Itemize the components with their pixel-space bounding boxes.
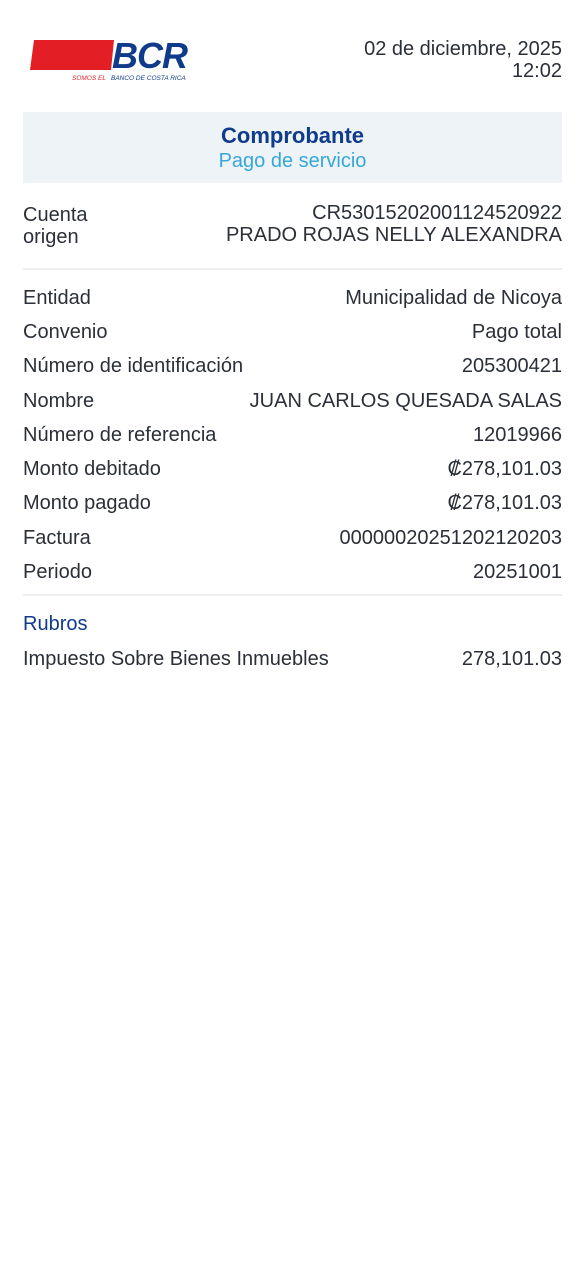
detail-row-referencia: Número de referencia 12019966 <box>23 423 562 447</box>
detail-value: Pago total <box>471 321 562 343</box>
bcr-logo: BCR SOMOS EL BANCO DE COSTA RICA <box>30 38 189 82</box>
receipt-subtitle: Pago de servicio <box>218 150 367 172</box>
receipt-time: 12:02 <box>511 60 562 82</box>
rubro-label: Impuesto Sobre Bienes Inmuebles <box>23 648 329 670</box>
detail-value: 000000202512021202​03 <box>339 527 562 549</box>
detail-label: Monto pagado <box>23 492 151 514</box>
detail-label: Nombre <box>23 390 95 412</box>
detail-row-factura: Factura 000000202512021202​03 <box>23 526 562 550</box>
detail-value: 20251001 <box>473 561 562 583</box>
origin-account-holder: PRADO ROJAS NELLY ALEXANDRA <box>225 224 562 246</box>
detail-row-monto-pagado: Monto pagado ₡278,101.03 <box>23 491 562 515</box>
detail-value: ₡278,101.03 <box>447 492 562 514</box>
detail-row-identificacion: Número de identificación 205300421 <box>23 354 562 378</box>
svg-text:SOMOS EL: SOMOS EL <box>72 75 106 82</box>
detail-label: Monto debitado <box>23 458 161 480</box>
detail-row-monto-debitado: Monto debitado ₡278,101.03 <box>23 457 562 481</box>
detail-value: JUAN CARLOS QUESADA SALAS <box>249 390 562 412</box>
detail-label: Factura <box>23 527 91 549</box>
detail-value: 12019966 <box>473 424 562 446</box>
origin-account-number: CR53015202001124520922 <box>312 202 562 224</box>
origin-account-label: Cuenta origen <box>23 204 88 248</box>
rubro-row: Impuesto Sobre Bienes Inmuebles 278,101.… <box>23 647 562 671</box>
detail-value: 205300421 <box>461 355 562 377</box>
receipt-header: BCR SOMOS EL BANCO DE COSTA RICA 02 de d… <box>0 0 585 110</box>
receipt-date: 02 de diciembre, 2025 <box>364 38 562 60</box>
divider <box>23 268 562 270</box>
detail-label: Periodo <box>23 561 92 583</box>
origin-account-value: CR53015202001124520922 PRADO ROJAS NELLY… <box>226 202 562 246</box>
detail-row-convenio: Convenio Pago total <box>23 320 562 344</box>
svg-text:BCR: BCR <box>112 38 188 76</box>
detail-label: Entidad <box>23 287 91 309</box>
detail-label: Número de identificación <box>23 355 244 377</box>
svg-text:BANCO DE COSTA RICA: BANCO DE COSTA RICA <box>111 75 186 82</box>
detail-value: Municipalidad de Nicoya <box>345 287 562 309</box>
detail-row-periodo: Periodo 20251001 <box>23 560 562 584</box>
receipt-title: Comprobante <box>221 123 364 148</box>
detail-value: ₡278,101.03 <box>447 458 562 480</box>
origin-account-row: Cuenta origen CR53015202001124520922 PRA… <box>23 202 562 254</box>
divider <box>23 594 562 596</box>
rubros-title: Rubros <box>23 613 88 635</box>
detail-label: Número de referencia <box>23 424 217 446</box>
detail-row-nombre: Nombre JUAN CARLOS QUESADA SALAS <box>23 389 562 413</box>
receipt-datetime: 02 de diciembre, 2025 12:02 <box>364 38 562 82</box>
detail-label: Convenio <box>23 321 108 343</box>
detail-row-entidad: Entidad Municipalidad de Nicoya <box>23 286 562 310</box>
receipt-banner: Comprobante Pago de servicio <box>23 112 562 183</box>
rubro-value: 278,101.03 <box>461 648 562 670</box>
